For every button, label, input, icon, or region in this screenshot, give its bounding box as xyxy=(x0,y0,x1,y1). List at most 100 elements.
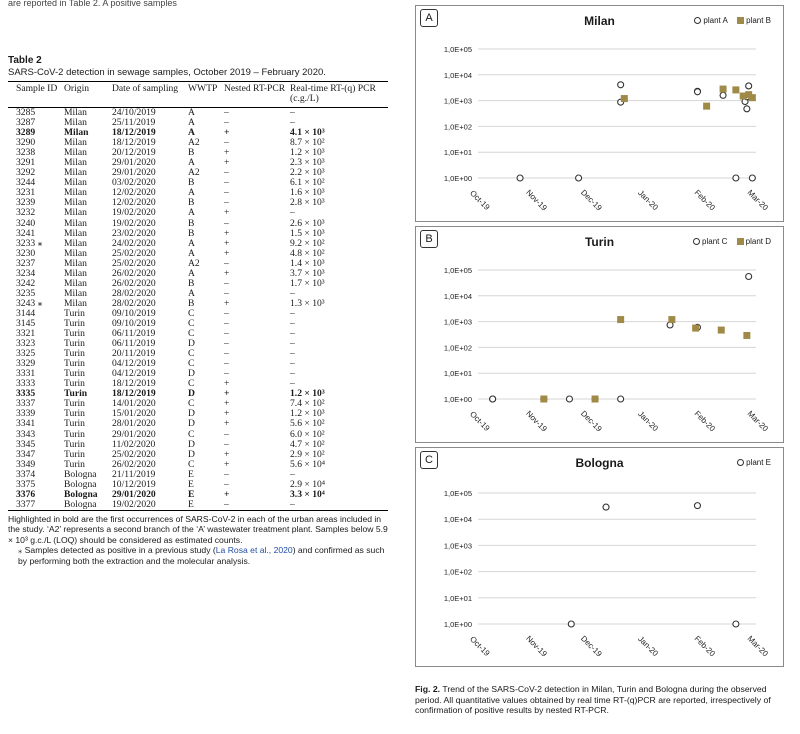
cell-nested: – xyxy=(224,277,229,289)
data-point-circle xyxy=(732,174,740,182)
data-point-circle xyxy=(745,272,753,281)
cell-nested: – xyxy=(224,257,229,269)
cell-nested: – xyxy=(224,197,229,209)
cell-nested: – xyxy=(224,438,229,450)
cell-qpcr: – xyxy=(290,498,295,510)
detection-table: Sample ID Origin Date of sampling WWTP N… xyxy=(8,81,388,511)
cell-nested: + xyxy=(224,297,230,309)
turin-chart-svg: 1,0E+00 1,0E+01 1,0E+02 1,0E+03 1,0E+04 1,0E+… xyxy=(444,266,770,434)
y-tick-label: 1,0E+00 xyxy=(444,395,472,404)
x-tick-label: Jan-20 xyxy=(636,634,660,658)
table-row: 3232 Milan 19/02/2020 A + – xyxy=(8,208,388,218)
x-tick-label: Feb-20 xyxy=(693,188,718,213)
data-point-circle xyxy=(567,620,575,628)
square-marker-icon xyxy=(736,238,744,246)
chart-panel-bologna: 1,0E+00 1,0E+01 1,0E+02 1,0E+03 1,0E+04 1,0E+… xyxy=(415,447,784,667)
legend-milan: plant A plant B xyxy=(687,16,771,25)
header-sample-id: Sample ID xyxy=(8,81,62,108)
cell-date: 19/02/2020 xyxy=(112,498,156,510)
x-tick-label: Oct-19 xyxy=(468,189,492,213)
cell-qpcr: 5.6 × 10² xyxy=(290,418,325,430)
y-tick-label: 1,0E+01 xyxy=(444,594,472,603)
data-point-circle xyxy=(693,502,702,510)
cell-nested: – xyxy=(224,217,229,229)
cell-date: 19/02/2020 xyxy=(112,207,156,219)
x-tick-label: Jan-20 xyxy=(636,409,660,433)
figure-label: Fig. 2. xyxy=(415,684,441,694)
cell-nested: – xyxy=(224,317,229,329)
data-point-circle xyxy=(743,105,751,113)
cell-nested: + xyxy=(224,227,230,239)
cell-origin: Bologna xyxy=(64,498,97,510)
data-point-circle xyxy=(516,174,524,182)
table-header-row: Sample ID Origin Date of sampling WWTP N… xyxy=(8,81,388,108)
x-tick-label: Oct-19 xyxy=(468,410,492,434)
x-tick-label: Oct-19 xyxy=(468,635,492,659)
figure-caption: Fig. 2. Trend of the SARS-CoV-2 detectio… xyxy=(415,684,790,716)
cell-nested: + xyxy=(224,388,230,400)
cell-nested: – xyxy=(224,177,229,189)
cell-sample-id: 3377 xyxy=(16,498,36,510)
x-tick-label: Dec-19 xyxy=(579,634,604,659)
cell-wwtp: A xyxy=(188,207,195,219)
x-tick-label: Feb-20 xyxy=(693,634,718,659)
cell-nested: + xyxy=(224,448,230,460)
cell-wwtp: D xyxy=(188,418,195,430)
open-circle-marker-icon xyxy=(693,238,701,246)
cell-sample-id: 3232 xyxy=(16,207,36,219)
data-point-square xyxy=(743,331,751,339)
header-nested: Nested RT-PCR xyxy=(222,81,288,108)
cell-nested: + xyxy=(224,408,230,420)
x-tick-label: Jan-20 xyxy=(636,188,660,212)
cell-nested: + xyxy=(224,157,230,169)
data-point-circle xyxy=(602,503,610,511)
table-section: Table 2 SARS-CoV-2 detection in sewage s… xyxy=(8,55,388,566)
cell-qpcr: – xyxy=(290,368,295,380)
cell-nested: + xyxy=(224,147,230,159)
data-point-square xyxy=(692,324,700,332)
cell-qpcr: – xyxy=(290,307,295,319)
y-tick-label: 1,0E+05 xyxy=(444,266,472,275)
y-tick-label: 1,0E+02 xyxy=(444,122,472,131)
data-point-square xyxy=(732,86,740,94)
data-point-circle xyxy=(617,81,625,89)
cell-nested: – xyxy=(224,117,229,129)
x-tick-label: Mar-20 xyxy=(746,188,771,213)
data-point-circle xyxy=(565,395,573,403)
legend-label: plant B xyxy=(746,16,771,25)
data-point-circle xyxy=(693,88,702,96)
y-tick-label: 1,0E+04 xyxy=(444,515,472,524)
table-row: 3341 Turin 28/01/2020 D +5.6 × 10² xyxy=(8,419,388,429)
data-point-square xyxy=(717,326,725,334)
cell-nested: – xyxy=(224,478,229,490)
cell-sample-id: 3341 xyxy=(16,418,36,430)
cell-qpcr: 1.3 × 10³ xyxy=(290,297,325,309)
table-footnotes: Highlighted in bold are the first occurr… xyxy=(8,514,388,567)
x-tick-label: Nov-19 xyxy=(524,409,549,434)
cell-nested: – xyxy=(224,428,229,440)
cell-nested: – xyxy=(224,137,229,149)
cell-qpcr: 1.7 × 10³ xyxy=(290,277,325,289)
cell-qpcr: 3.3 × 10⁴ xyxy=(290,488,325,500)
cell-qpcr: – xyxy=(290,207,295,219)
legend-item-plant-b: plant B xyxy=(737,16,771,25)
cell-qpcr: – xyxy=(290,338,295,350)
data-point-circle xyxy=(719,91,727,99)
cell-qpcr: – xyxy=(290,358,295,370)
reference-link[interactable]: La Rosa et al., 2020 xyxy=(216,545,293,555)
y-tick-label: 1,0E+00 xyxy=(444,620,472,629)
cell-nested: – xyxy=(224,498,229,510)
cell-qpcr: – xyxy=(290,348,295,360)
data-point-circle xyxy=(748,174,756,182)
x-tick-label: Nov-19 xyxy=(524,634,549,659)
table-body: 3285 Milan 24/10/2019 A – –3287 Milan 25/11/201… xyxy=(8,108,388,511)
open-circle-marker-icon xyxy=(694,17,702,25)
cell-nested: + xyxy=(224,207,230,219)
cell-qpcr: 5.6 × 10⁴ xyxy=(290,458,326,470)
data-point-circle xyxy=(575,174,583,182)
x-tick-label: Feb-20 xyxy=(693,409,718,434)
legend-item-plant-c: plant C xyxy=(693,237,727,246)
y-tick-label: 1,0E+03 xyxy=(444,541,472,550)
cell-nested: + xyxy=(224,267,230,279)
open-circle-marker-icon xyxy=(737,459,745,467)
